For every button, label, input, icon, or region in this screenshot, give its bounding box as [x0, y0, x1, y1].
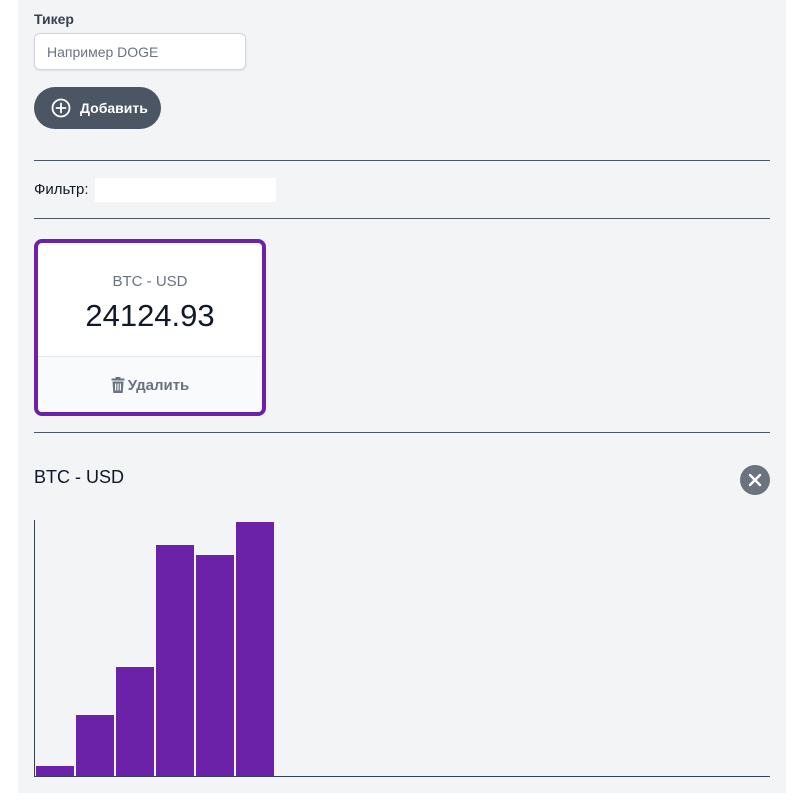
chart-bar — [36, 766, 74, 776]
chart-bar — [116, 667, 154, 776]
chart-bar — [236, 522, 274, 776]
add-button-label: Добавить — [80, 100, 148, 116]
close-graph-button[interactable] — [740, 465, 770, 495]
divider — [34, 218, 770, 219]
filter-label: Фильтр: — [34, 181, 89, 198]
delete-button-label: Удалить — [127, 376, 190, 394]
chart-bar — [196, 555, 234, 776]
plus-circle-icon — [51, 98, 71, 118]
delete-button[interactable]: Удалить — [38, 357, 262, 412]
ticker-card-body: BTC - USD 24124.93 — [38, 243, 262, 357]
price-chart — [34, 520, 770, 777]
divider — [34, 432, 770, 433]
chart-bar — [156, 545, 194, 776]
filter-input[interactable] — [95, 178, 276, 202]
ticker-label: Тикер — [34, 11, 74, 27]
ticker-card[interactable]: BTC - USD 24124.93 Удалить — [34, 239, 266, 416]
ticker-input[interactable] — [34, 33, 246, 70]
chart-bar — [76, 715, 114, 776]
ticker-card-name: BTC - USD — [112, 273, 188, 290]
add-button[interactable]: Добавить — [34, 87, 161, 129]
divider — [34, 160, 770, 161]
close-icon — [748, 473, 762, 487]
graph-title: BTC - USD — [34, 467, 124, 487]
trash-icon — [111, 377, 125, 393]
ticker-card-price: 24124.93 — [85, 298, 215, 333]
